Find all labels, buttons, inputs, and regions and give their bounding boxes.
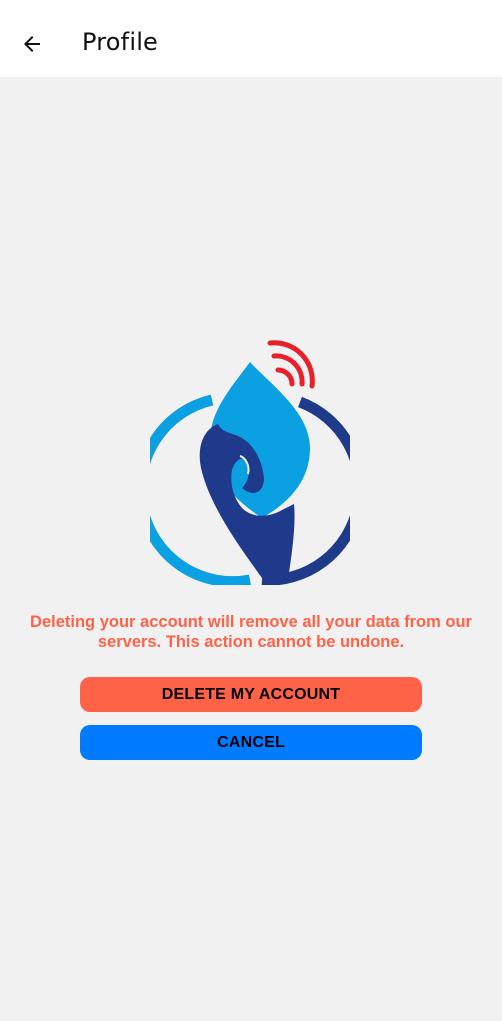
back-button[interactable] <box>10 22 54 66</box>
app-bar: Profile <box>0 0 502 77</box>
delete-account-button[interactable]: DELETE MY ACCOUNT <box>80 677 422 712</box>
water-drop-hand-logo <box>150 340 350 585</box>
cancel-button[interactable]: CANCEL <box>80 725 422 760</box>
arrow-left-icon <box>24 36 40 52</box>
delete-warning-text: Deleting your account will remove all yo… <box>30 613 472 651</box>
page-title: Profile <box>82 28 159 56</box>
profile-screen: Profile Deleting your account will remov… <box>0 0 502 1021</box>
